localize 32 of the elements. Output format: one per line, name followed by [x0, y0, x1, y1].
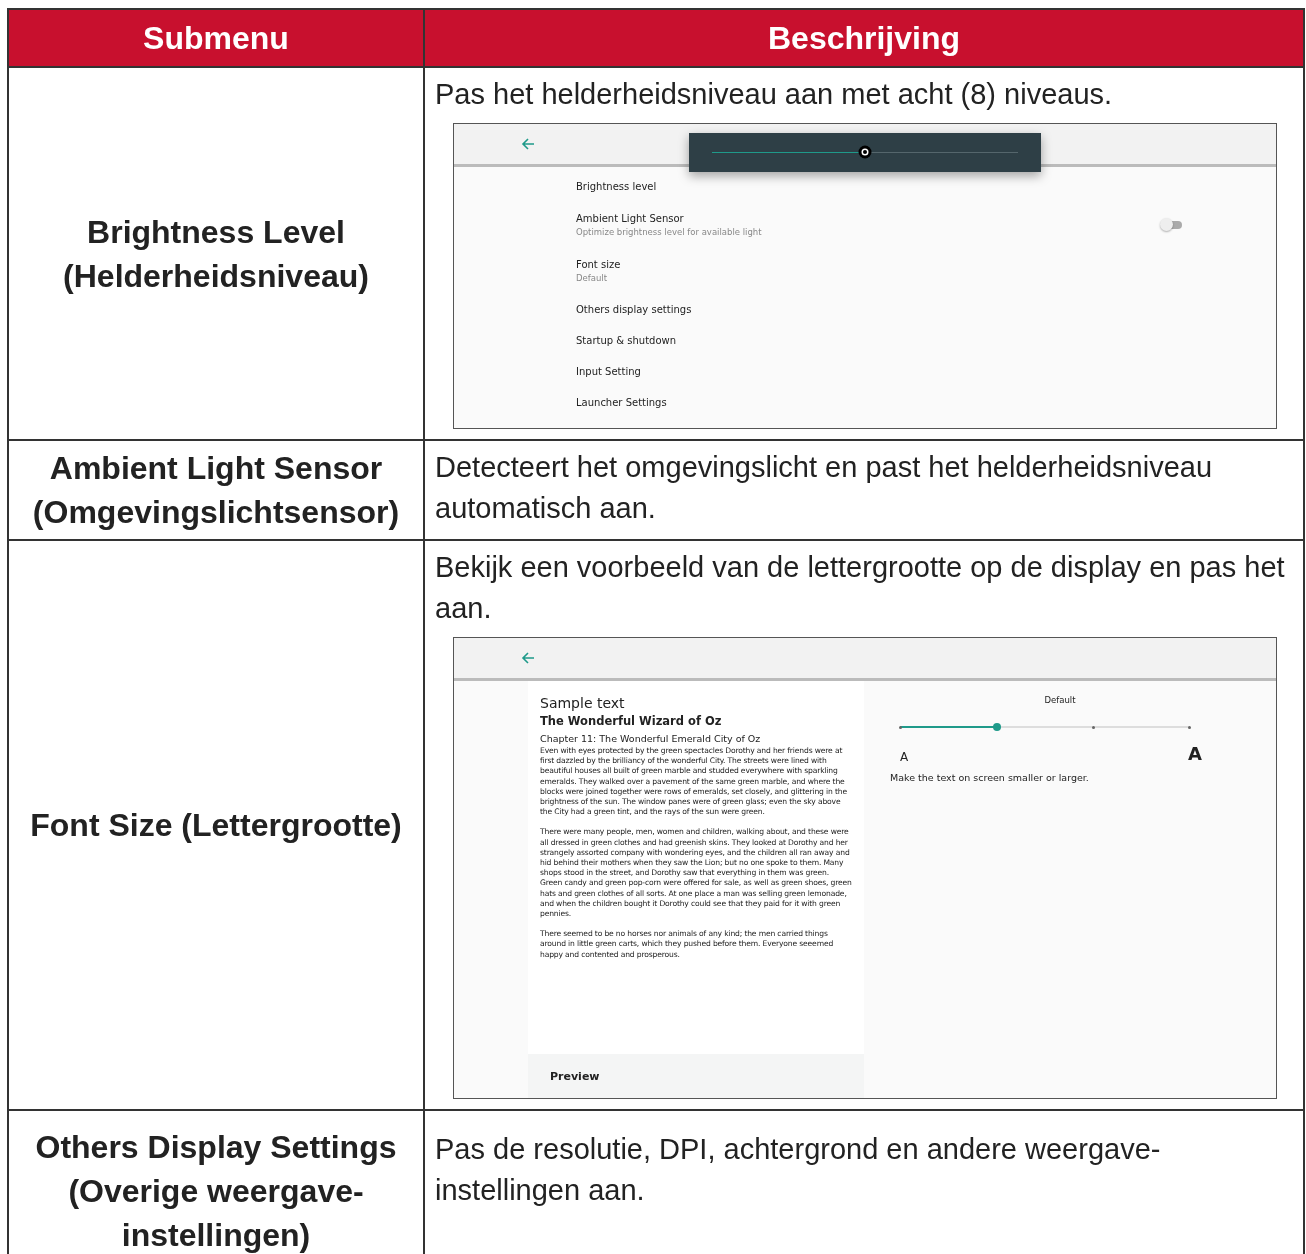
- back-arrow-icon[interactable]: [520, 136, 536, 152]
- slider-thumb[interactable]: [858, 145, 872, 159]
- large-a-label: A: [1188, 743, 1202, 764]
- description-text: Pas de resolutie, DPI, achtergrond en andere weergave-instellingen aan.: [435, 1132, 1162, 1208]
- preview-label: Preview: [550, 1069, 600, 1083]
- size-label: Default: [1043, 695, 1077, 705]
- chapter-title: Chapter 11: The Wonderful Emerald City of Oz: [540, 733, 762, 744]
- submenu-name: Brightness Level (Helderheidsniveau): [62, 212, 370, 296]
- description-text: Pas het helderheidsniveau aan met acht (8) niveaus.: [435, 77, 1114, 112]
- settings-item[interactable]: Ambient Light Sensor: [576, 213, 762, 224]
- settings-item[interactable]: Font size: [576, 259, 621, 270]
- book-title: The Wonderful Wizard of Oz: [540, 714, 723, 728]
- submenu-name: Font Size (Lettergrootte): [29, 806, 403, 845]
- submenu-name: Ambient Light Sensor (Omgevingslichtsensor): [31, 449, 401, 532]
- settings-item[interactable]: Others display settings: [576, 304, 692, 315]
- toggle-switch[interactable]: [1162, 221, 1182, 229]
- description-text: Detecteert het omgevingslicht en past het helderheidsniveau automatisch aan.: [435, 450, 1214, 526]
- slider-thumb[interactable]: [992, 723, 1001, 731]
- small-a-label: A: [900, 750, 909, 764]
- submenu-name: Others Display Settings (Overige weergave- instellingen): [34, 1128, 398, 1254]
- settings-item[interactable]: Brightness level: [576, 181, 657, 192]
- settings-item[interactable]: Input Setting: [576, 366, 641, 377]
- settings-item[interactable]: Launcher Settings: [576, 397, 667, 408]
- settings-item[interactable]: Startup & shutdown: [576, 335, 677, 346]
- sample-label: Sample text: [540, 695, 626, 711]
- description-text: Bekijk een voorbeeld van de lettergrootte op de display en pas het aan.: [435, 550, 1286, 626]
- hint-text: Make the text on screen smaller or larger.: [890, 772, 1090, 783]
- back-arrow-icon[interactable]: [520, 650, 536, 666]
- settings-item-subtitle: Default: [576, 273, 609, 283]
- column-header: Submenu: [8, 9, 424, 67]
- column-header: Beschrijving: [424, 9, 1304, 67]
- settings-item-subtitle: Optimize brightness level for available light: [576, 227, 762, 237]
